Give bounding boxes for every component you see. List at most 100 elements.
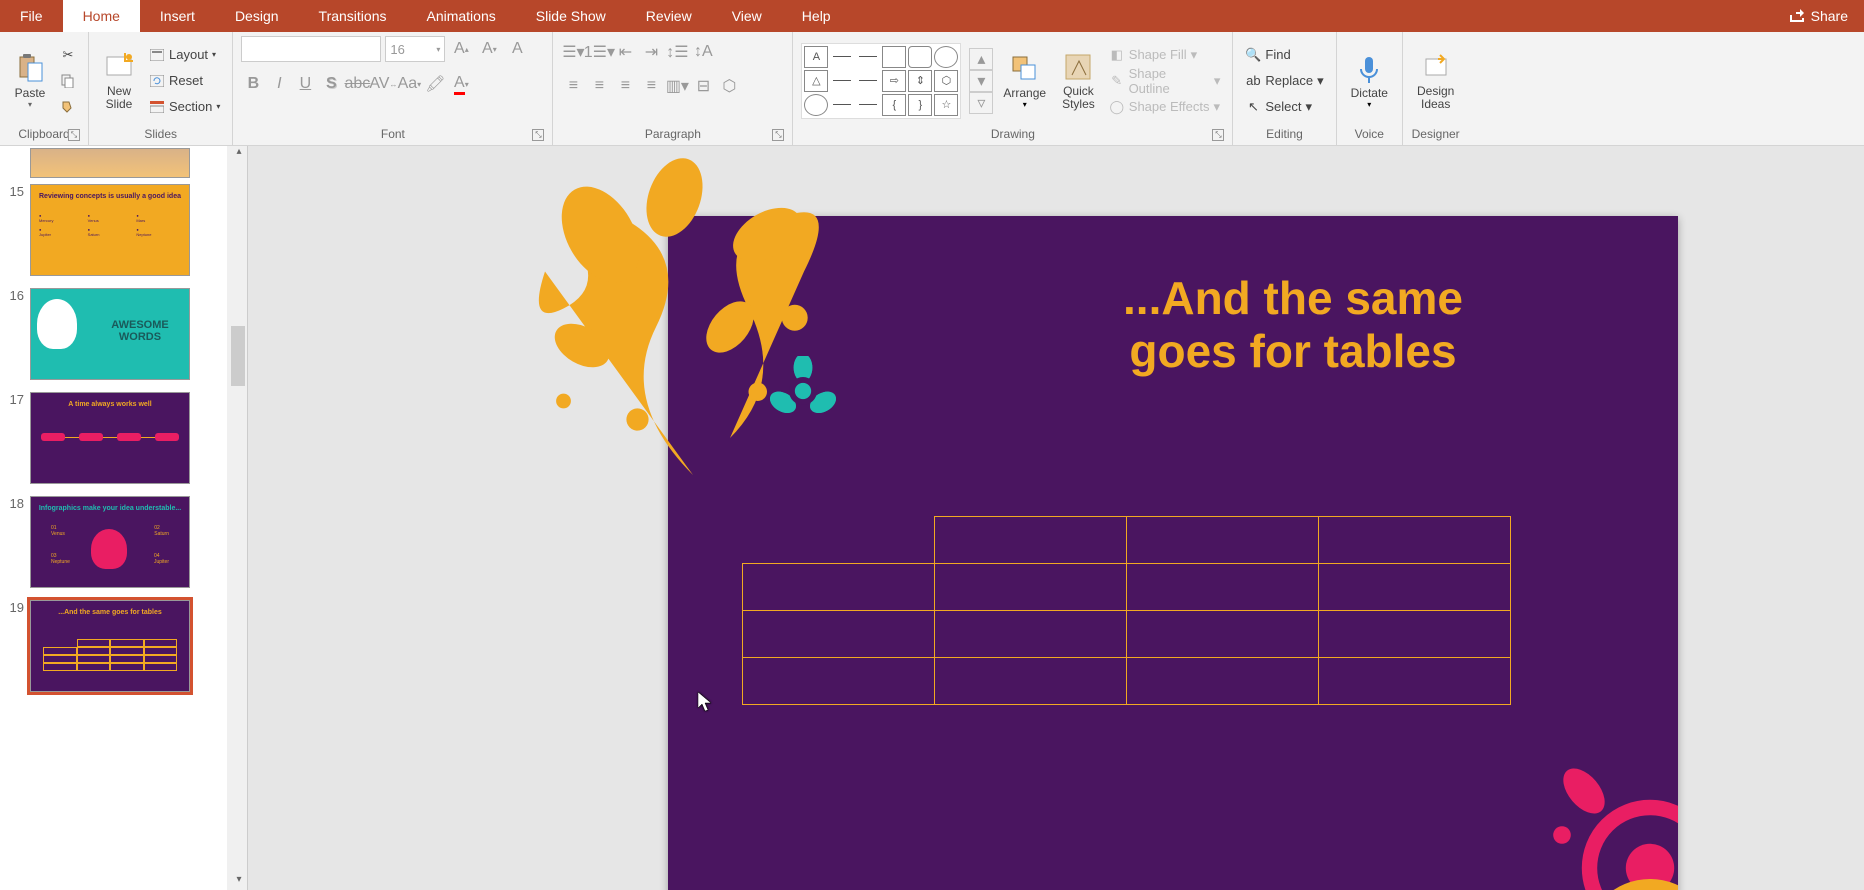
layout-button[interactable]: Layout ▾	[145, 43, 224, 67]
shape-curve[interactable]	[830, 94, 854, 116]
tab-file[interactable]: File	[0, 0, 63, 32]
reset-button[interactable]: Reset	[145, 69, 224, 93]
increase-font-button[interactable]: A▴	[449, 37, 473, 61]
slide-thumbnail-18[interactable]: 18 Infographics make your idea understab…	[0, 490, 247, 594]
shape-freeform[interactable]	[856, 94, 880, 116]
section-button[interactable]: Section ▾	[145, 95, 224, 119]
shape-outline-button[interactable]: ✎Shape Outline ▾	[1105, 69, 1225, 93]
paragraph-dialog-launcher[interactable]: ⤡	[772, 129, 784, 141]
paste-button[interactable]: Paste ▾	[8, 43, 52, 119]
font-dialog-launcher[interactable]: ⤡	[532, 129, 544, 141]
shape-line[interactable]	[830, 46, 854, 68]
tab-transitions[interactable]: Transitions	[299, 0, 407, 32]
shape-effects-button[interactable]: ◯Shape Effects ▾	[1105, 95, 1225, 119]
slide-thumbnail-15[interactable]: 15 Reviewing concepts is usually a good …	[0, 178, 247, 282]
slide-thumbnail-partial[interactable]	[30, 148, 190, 178]
scroll-down-arrow[interactable]: ▾	[231, 874, 247, 890]
shape-arrow-line[interactable]	[856, 46, 880, 68]
drawing-dialog-launcher[interactable]: ⤡	[1212, 129, 1224, 141]
font-size-select[interactable]: 16▾	[385, 36, 445, 62]
line-spacing-button[interactable]: ↕☰	[665, 40, 689, 64]
shape-rect[interactable]	[882, 46, 906, 68]
shapes-gallery[interactable]: A △ ⇨ ⇕ ⬡ { } ☆	[801, 43, 961, 119]
change-case-button[interactable]: Aa▾	[397, 72, 421, 96]
new-slide-button[interactable]: New Slide	[97, 43, 141, 119]
columns-button[interactable]: ▥▾	[665, 74, 689, 98]
select-button[interactable]: ↖Select ▾	[1241, 95, 1327, 119]
font-color-button[interactable]: A▾	[449, 72, 473, 96]
tab-view[interactable]: View	[712, 0, 782, 32]
shape-triangle[interactable]: △	[804, 70, 828, 92]
increase-indent-button[interactable]: ⇥	[639, 40, 663, 64]
align-center-button[interactable]: ≡	[587, 74, 611, 98]
dictate-button[interactable]: Dictate▾	[1345, 43, 1394, 119]
share-button[interactable]: Share	[1773, 7, 1864, 26]
quick-styles-button[interactable]: Quick Styles	[1056, 43, 1101, 119]
replace-button[interactable]: abReplace ▾	[1241, 69, 1327, 93]
strikethrough-button[interactable]: abc	[345, 72, 369, 96]
slide-thumbnail-16[interactable]: 16 AWESOME WORDS	[0, 282, 247, 386]
justify-button[interactable]: ≡	[639, 74, 663, 98]
underline-button[interactable]: U	[293, 72, 317, 96]
shape-brace-left[interactable]: {	[882, 94, 906, 116]
slide-thumbnail-19[interactable]: 19 ...And the same goes for tables	[0, 594, 247, 698]
scroll-thumb[interactable]	[231, 326, 245, 386]
align-right-button[interactable]: ≡	[613, 74, 637, 98]
slide-thumbnail-17[interactable]: 17 A time always works well	[0, 386, 247, 490]
paste-label: Paste	[15, 87, 46, 100]
tab-design[interactable]: Design	[215, 0, 299, 32]
shape-arrow-updown[interactable]: ⇕	[908, 70, 932, 92]
numbering-button[interactable]: 1☰▾	[587, 40, 611, 64]
tab-home[interactable]: Home	[63, 0, 140, 32]
scroll-up-arrow[interactable]: ▴	[231, 146, 247, 162]
highlight-button[interactable]: 🖍	[423, 72, 447, 96]
shape-brace-right[interactable]: }	[908, 94, 932, 116]
text-direction-button[interactable]: ↕A	[691, 40, 715, 64]
tab-help[interactable]: Help	[782, 0, 851, 32]
chevron-down-icon: ▾	[216, 102, 220, 111]
clipboard-dialog-launcher[interactable]: ⤡	[68, 129, 80, 141]
shape-elbow[interactable]	[830, 70, 854, 92]
shape-arrow-right[interactable]: ⇨	[882, 70, 906, 92]
shape-roundrect[interactable]	[908, 46, 932, 68]
smartart-button[interactable]: ⬡	[717, 74, 741, 98]
tab-animations[interactable]: Animations	[406, 0, 515, 32]
shadow-button[interactable]: S	[319, 72, 343, 96]
find-button[interactable]: 🔍Find	[1241, 43, 1327, 67]
decrease-font-button[interactable]: A▾	[477, 37, 501, 61]
font-family-select[interactable]	[241, 36, 381, 62]
bullets-button[interactable]: ☰▾	[561, 40, 585, 64]
italic-button[interactable]: I	[267, 72, 291, 96]
format-painter-button[interactable]	[56, 95, 80, 119]
slide-editor[interactable]: ...And the same goes for tables	[248, 146, 1864, 890]
search-icon: 🔍	[1245, 47, 1261, 63]
shape-circle[interactable]	[804, 94, 828, 116]
decrease-indent-button[interactable]: ⇤	[613, 40, 637, 64]
design-ideas-button[interactable]: Design Ideas	[1411, 43, 1460, 119]
arrange-button[interactable]: Arrange▾	[997, 43, 1052, 119]
cut-button[interactable]: ✂	[56, 43, 80, 67]
shape-fill-button[interactable]: ◧Shape Fill ▾	[1105, 43, 1225, 67]
shape-star[interactable]: ☆	[934, 94, 958, 116]
tab-insert[interactable]: Insert	[140, 0, 215, 32]
bold-button[interactable]: B	[241, 72, 265, 96]
char-spacing-button[interactable]: AV↔	[371, 72, 395, 96]
thumbnail-panel[interactable]: 15 Reviewing concepts is usually a good …	[0, 146, 248, 890]
tab-slideshow[interactable]: Slide Show	[516, 0, 626, 32]
shape-elbow-arrow[interactable]	[856, 70, 880, 92]
align-left-button[interactable]: ≡	[561, 74, 585, 98]
thumbnail-scrollbar[interactable]: ▴ ▾	[227, 146, 247, 890]
shapes-more-down[interactable]: ▾	[969, 70, 993, 92]
tab-review[interactable]: Review	[626, 0, 712, 32]
shape-hexagon[interactable]: ⬡	[934, 70, 958, 92]
shapes-more-button[interactable]: ▿	[969, 92, 993, 114]
slide-title[interactable]: ...And the same goes for tables	[1008, 272, 1578, 378]
shapes-more-up[interactable]: ▴	[969, 48, 993, 70]
align-text-button[interactable]: ⊟	[691, 74, 715, 98]
clear-formatting-button[interactable]: A	[505, 37, 529, 61]
shape-textbox[interactable]: A	[804, 46, 828, 68]
copy-button[interactable]	[56, 69, 80, 93]
shape-oval[interactable]	[934, 46, 958, 68]
paintbrush-icon	[60, 99, 76, 115]
slide-table[interactable]	[742, 516, 1511, 705]
